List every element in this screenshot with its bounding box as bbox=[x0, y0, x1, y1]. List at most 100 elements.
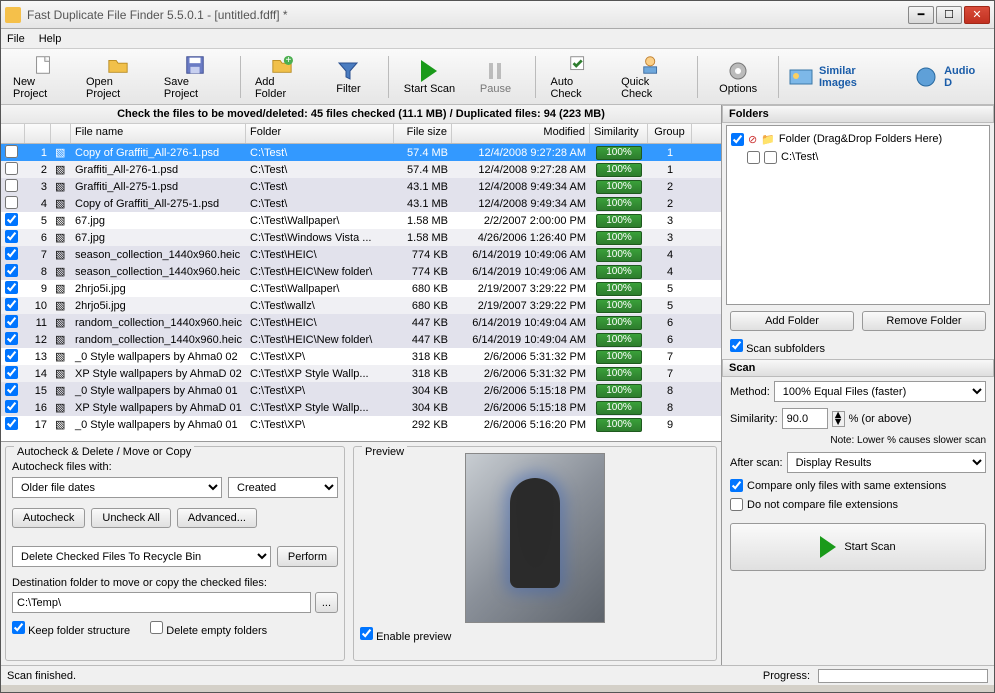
file-icon: ▧ bbox=[55, 197, 69, 211]
start-scan-button[interactable]: Start Scan bbox=[399, 52, 459, 102]
row-checkbox[interactable] bbox=[5, 281, 18, 294]
folder-item-check[interactable] bbox=[747, 151, 760, 164]
row-checkbox[interactable] bbox=[5, 196, 18, 209]
table-row[interactable]: 4 ▧ Copy of Graffiti_All-275-1.psdC:\Tes… bbox=[1, 195, 721, 212]
table-row[interactable]: 12 ▧ random_collection_1440x960.heicC:\T… bbox=[1, 331, 721, 348]
row-checkbox[interactable] bbox=[5, 366, 18, 379]
save-project-button[interactable]: Save Project bbox=[160, 52, 230, 102]
row-checkbox[interactable] bbox=[5, 247, 18, 260]
row-checkbox[interactable] bbox=[5, 162, 18, 175]
options-button[interactable]: Options bbox=[708, 52, 768, 102]
advanced-button[interactable]: Advanced... bbox=[177, 508, 257, 528]
table-row[interactable]: 7 ▧ season_collection_1440x960.heicC:\Te… bbox=[1, 246, 721, 263]
status-text: Scan finished. bbox=[7, 670, 76, 682]
sim-down[interactable]: ▼ bbox=[833, 419, 844, 426]
col-group[interactable]: Group bbox=[648, 124, 692, 143]
file-icon: ▧ bbox=[55, 384, 69, 398]
similar-images-link[interactable]: Similar Images bbox=[789, 65, 896, 89]
remove-folder-button[interactable]: Remove Folder bbox=[862, 311, 986, 331]
delete-action-select[interactable]: Delete Checked Files To Recycle Bin bbox=[12, 546, 271, 567]
table-row[interactable]: 14 ▧ XP Style wallpapers by AhmaD 02C:\T… bbox=[1, 365, 721, 382]
same-ext-checkbox[interactable]: Compare only files with same extensions bbox=[730, 479, 986, 492]
table-row[interactable]: 1 ▧ Copy of Graffiti_All-276-1.psdC:\Tes… bbox=[1, 144, 721, 161]
new-project-button[interactable]: New Project bbox=[9, 52, 76, 102]
table-row[interactable]: 10 ▧ 2hrjo5i.jpgC:\Test\wallz\ 680 KB2/1… bbox=[1, 297, 721, 314]
close-button[interactable]: ✕ bbox=[964, 6, 990, 24]
col-similarity[interactable]: Similarity bbox=[590, 124, 648, 143]
keep-structure-checkbox[interactable]: Keep folder structure bbox=[12, 621, 130, 637]
col-folder[interactable]: Folder bbox=[246, 124, 394, 143]
row-checkbox[interactable] bbox=[5, 315, 18, 328]
method-select[interactable]: 100% Equal Files (faster) bbox=[774, 381, 986, 402]
menu-file[interactable]: File bbox=[7, 33, 25, 45]
minimize-button[interactable]: ━ bbox=[908, 6, 934, 24]
row-checkbox[interactable] bbox=[5, 264, 18, 277]
row-checkbox[interactable] bbox=[5, 383, 18, 396]
preview-panel: Preview Enable preview bbox=[353, 446, 717, 661]
table-row[interactable]: 8 ▧ season_collection_1440x960.heicC:\Te… bbox=[1, 263, 721, 280]
table-row[interactable]: 15 ▧ _0 Style wallpapers by Ahma0 01C:\T… bbox=[1, 382, 721, 399]
pause-button[interactable]: Pause bbox=[465, 52, 525, 102]
row-checkbox[interactable] bbox=[5, 145, 18, 158]
file-icon: ▧ bbox=[55, 214, 69, 228]
file-icon: ▧ bbox=[55, 265, 69, 279]
col-modified[interactable]: Modified bbox=[452, 124, 590, 143]
start-scan-big-button[interactable]: Start Scan bbox=[730, 523, 986, 571]
autocheck-date-select[interactable]: Created bbox=[228, 477, 338, 498]
table-row[interactable]: 13 ▧ _0 Style wallpapers by Ahma0 02C:\T… bbox=[1, 348, 721, 365]
uncheck-all-button[interactable]: Uncheck All bbox=[91, 508, 170, 528]
scan-subfolders-checkbox[interactable]: Scan subfolders bbox=[722, 335, 994, 359]
row-checkbox[interactable] bbox=[5, 417, 18, 430]
enable-preview-checkbox[interactable]: Enable preview bbox=[360, 627, 710, 643]
row-checkbox[interactable] bbox=[5, 332, 18, 345]
quick-check-button[interactable]: Quick Check bbox=[617, 52, 687, 102]
row-checkbox[interactable] bbox=[5, 400, 18, 413]
folder-item[interactable]: C:\Test\ bbox=[781, 151, 818, 163]
table-row[interactable]: 2 ▧ Graffiti_All-276-1.psdC:\Test\ 57.4 … bbox=[1, 161, 721, 178]
row-checkbox[interactable] bbox=[5, 213, 18, 226]
file-grid[interactable]: 1 ▧ Copy of Graffiti_All-276-1.psdC:\Tes… bbox=[1, 144, 721, 441]
row-checkbox[interactable] bbox=[5, 298, 18, 311]
audio-link[interactable]: Audio D bbox=[914, 65, 986, 89]
table-row[interactable]: 9 ▧ 2hrjo5i.jpgC:\Test\Wallpaper\ 680 KB… bbox=[1, 280, 721, 297]
similarity-input[interactable] bbox=[782, 408, 828, 429]
menu-help[interactable]: Help bbox=[39, 33, 62, 45]
file-icon: ▧ bbox=[55, 401, 69, 415]
delete-empty-checkbox[interactable]: Delete empty folders bbox=[150, 621, 267, 637]
autocheck-button[interactable]: Autocheck bbox=[12, 508, 85, 528]
perform-button[interactable]: Perform bbox=[277, 546, 338, 567]
add-folder-button[interactable]: +Add Folder bbox=[251, 52, 313, 102]
file-icon: ▧ bbox=[55, 146, 69, 160]
browse-destination-button[interactable]: ... bbox=[315, 592, 338, 613]
auto-check-button[interactable]: Auto Check bbox=[546, 52, 611, 102]
table-row[interactable]: 16 ▧ XP Style wallpapers by AhmaD 01C:\T… bbox=[1, 399, 721, 416]
maximize-button[interactable]: ☐ bbox=[936, 6, 962, 24]
svg-text:+: + bbox=[285, 55, 291, 66]
table-row[interactable]: 5 ▧ 67.jpgC:\Test\Wallpaper\ 1.58 MB2/2/… bbox=[1, 212, 721, 229]
file-icon: ▧ bbox=[55, 180, 69, 194]
window-title: Fast Duplicate File Finder 5.5.0.1 - [un… bbox=[27, 8, 908, 22]
add-folder-right-button[interactable]: Add Folder bbox=[730, 311, 854, 331]
scan-note: Note: Lower % causes slower scan bbox=[730, 435, 986, 446]
table-row[interactable]: 6 ▧ 67.jpgC:\Test\Windows Vista ... 1.58… bbox=[1, 229, 721, 246]
col-size[interactable]: File size bbox=[394, 124, 452, 143]
open-project-button[interactable]: Open Project bbox=[82, 52, 154, 102]
folder-include-check[interactable] bbox=[731, 133, 744, 146]
table-row[interactable]: 3 ▧ Graffiti_All-275-1.psdC:\Test\ 43.1 … bbox=[1, 178, 721, 195]
row-checkbox[interactable] bbox=[5, 230, 18, 243]
file-icon: ▧ bbox=[55, 231, 69, 245]
table-row[interactable]: 17 ▧ _0 Style wallpapers by Ahma0 01C:\T… bbox=[1, 416, 721, 433]
row-checkbox[interactable] bbox=[5, 349, 18, 362]
row-checkbox[interactable] bbox=[5, 179, 18, 192]
table-row[interactable]: 11 ▧ random_collection_1440x960.heicC:\T… bbox=[1, 314, 721, 331]
no-ext-checkbox[interactable]: Do not compare file extensions bbox=[730, 498, 986, 511]
folder-tree[interactable]: ⊘📁Folder (Drag&Drop Folders Here) C:\Tes… bbox=[726, 125, 990, 305]
titlebar: Fast Duplicate File Finder 5.5.0.1 - [un… bbox=[1, 1, 994, 29]
col-filename[interactable]: File name bbox=[71, 124, 246, 143]
app-icon bbox=[5, 7, 21, 23]
file-icon: ▧ bbox=[55, 350, 69, 364]
after-scan-select[interactable]: Display Results bbox=[787, 452, 986, 473]
filter-button[interactable]: Filter bbox=[318, 52, 378, 102]
autocheck-criteria-select[interactable]: Older file dates bbox=[12, 477, 222, 498]
destination-input[interactable] bbox=[12, 592, 311, 613]
